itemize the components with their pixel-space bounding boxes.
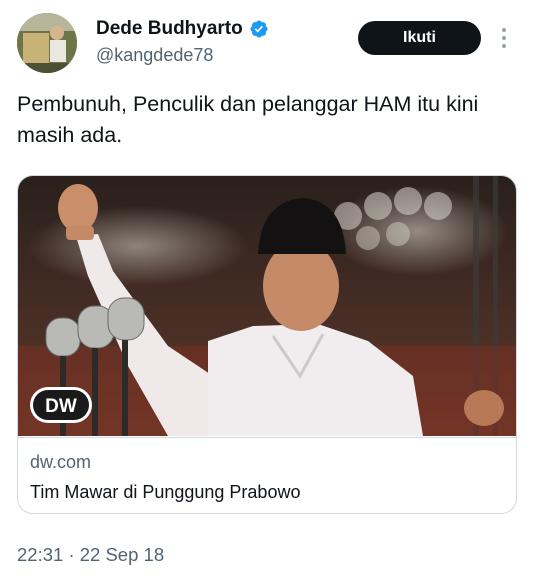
tweet-date[interactable]: 22 Sep 18 [80,544,164,565]
link-preview-card[interactable]: DW dw.com Tim Mawar di Punggung Prabowo [17,175,517,514]
dw-logo: DW [30,387,92,423]
card-image[interactable]: DW [18,176,516,436]
author-handle[interactable]: @kangdede78 [96,45,213,66]
tweet-timestamp[interactable]: 22:31 · 22 Sep 18 [17,544,164,566]
card-title: Tim Mawar di Punggung Prabowo [30,482,301,502]
card-domain: dw.com [30,452,92,472]
more-vertical-icon[interactable] [497,26,511,50]
author-name-row[interactable]: Dede Budhyarto [96,18,269,40]
author-display-name[interactable]: Dede Budhyarto [96,18,243,40]
verified-badge-icon [250,20,268,38]
tweet-text: Pembunuh, Penculik dan pelanggar HAM itu… [17,92,479,147]
card-photo [18,176,516,436]
timestamp-separator: · [68,544,75,565]
author-avatar[interactable] [17,13,77,73]
avatar-photo [17,13,77,73]
svg-text:DW: DW [45,396,77,417]
tweet-time[interactable]: 22:31 [17,544,63,565]
follow-button[interactable]: Ikuti [358,21,481,55]
card-meta[interactable]: dw.com Tim Mawar di Punggung Prabowo [18,437,516,513]
